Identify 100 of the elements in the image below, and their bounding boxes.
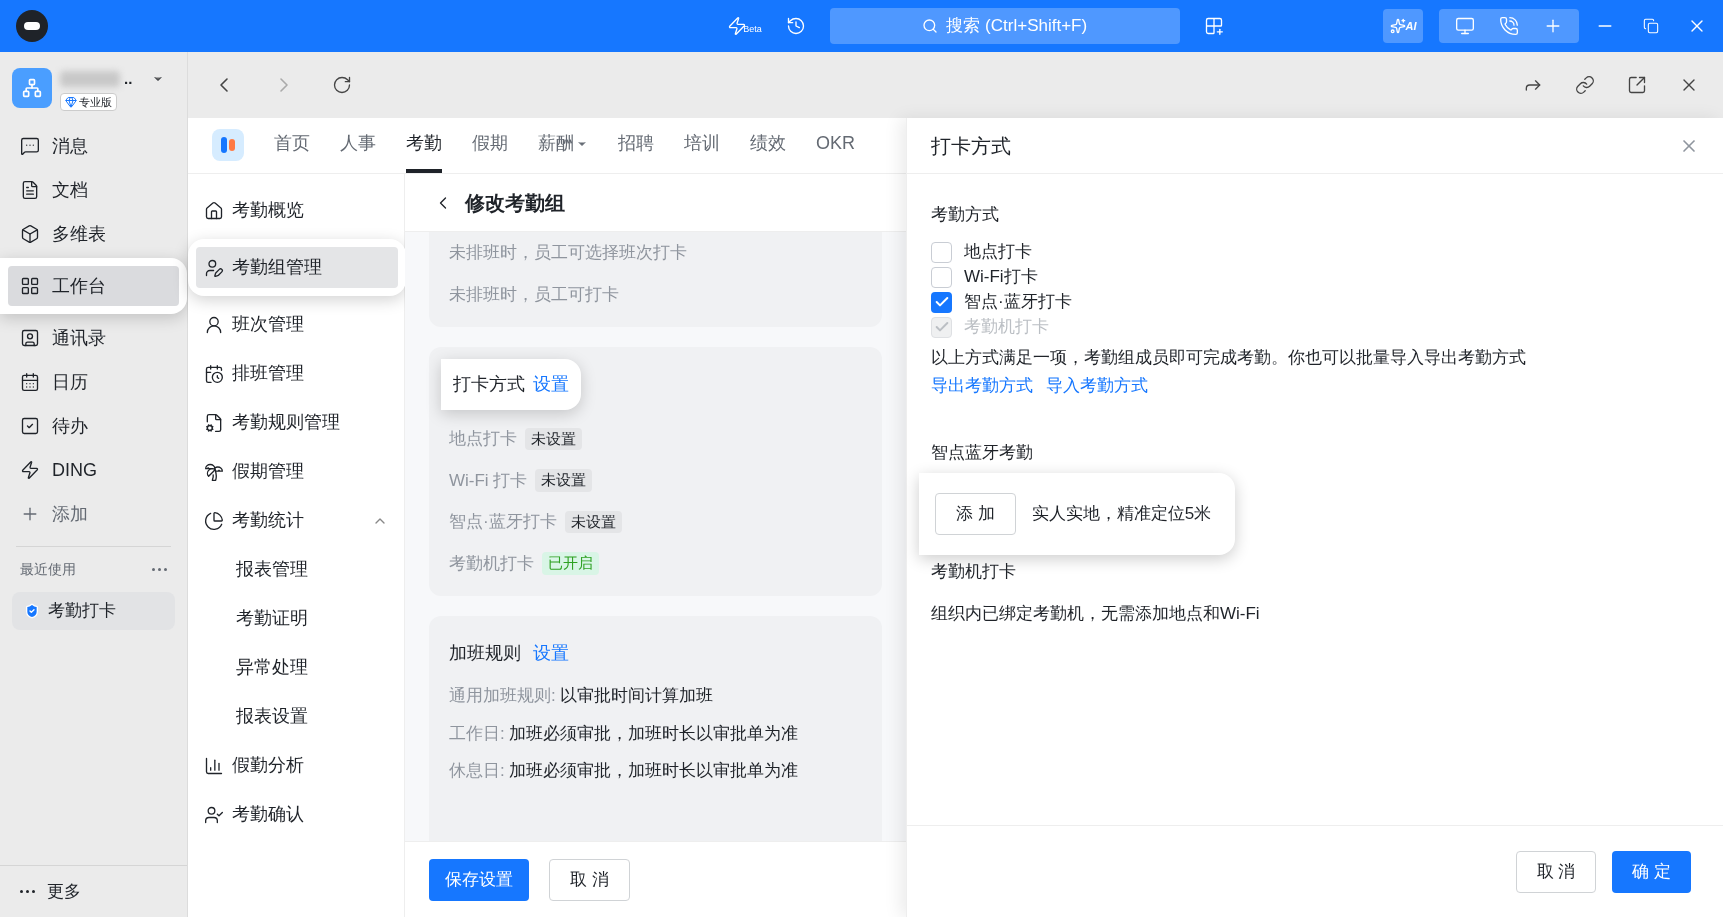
submenu-item[interactable]: 异常处理 bbox=[196, 647, 396, 688]
status-tag: 未设置 bbox=[535, 469, 593, 492]
note-text: 以上方式满足一项，考勤组成员即可完成考勤。你也可以批量导入导出考勤方式 导出考勤方式 导入考勤方式 bbox=[931, 346, 1527, 397]
menu-item[interactable]: 班次管理 bbox=[196, 304, 396, 345]
sidebar-item[interactable]: 文档 bbox=[8, 170, 179, 210]
contact-icon bbox=[20, 328, 40, 348]
nav-tab[interactable]: 人事 bbox=[340, 118, 376, 173]
user-edit-icon bbox=[204, 257, 224, 278]
more-button[interactable]: 更多 bbox=[0, 865, 187, 917]
nav-tab[interactable]: 培训 bbox=[684, 118, 720, 173]
page-title: 修改考勤组 bbox=[465, 190, 565, 216]
method-label: 智点·蓝牙打卡 bbox=[449, 511, 557, 533]
app-logo-icon[interactable] bbox=[16, 10, 48, 42]
file-settings-icon bbox=[204, 412, 224, 433]
import-link[interactable]: 导入考勤方式 bbox=[1045, 375, 1148, 395]
history-icon[interactable] bbox=[785, 16, 806, 36]
card-text: 未排班时，员工可选择班次打卡 bbox=[449, 242, 688, 264]
menu-item[interactable]: 考勤概览 bbox=[196, 190, 396, 231]
sidebar-item[interactable]: 工作台 bbox=[8, 266, 179, 306]
phone-icon[interactable] bbox=[1499, 16, 1519, 36]
checkbox[interactable] bbox=[931, 266, 952, 288]
status-tag: 未设置 bbox=[525, 427, 582, 450]
house-icon bbox=[204, 200, 224, 221]
restore-icon[interactable] bbox=[1643, 18, 1659, 34]
submenu-item[interactable]: 报表设置 bbox=[196, 696, 396, 737]
rule-text: 工作日: 加班必须审批，加班时长以审批单为准 bbox=[449, 722, 800, 745]
status-tag: 已开启 bbox=[542, 552, 599, 575]
submenu-item[interactable]: 考勤证明 bbox=[196, 598, 396, 639]
refresh-icon[interactable] bbox=[332, 75, 352, 95]
method-checkbox[interactable]: Wi-Fi打卡 bbox=[931, 264, 1699, 290]
menu-item[interactable]: 考勤规则管理 bbox=[196, 402, 396, 443]
link-icon[interactable] bbox=[1575, 75, 1595, 95]
nav-tab[interactable]: OKR bbox=[816, 118, 855, 173]
nav-tab[interactable]: 薪酬 bbox=[538, 118, 588, 173]
more-icon[interactable] bbox=[152, 568, 167, 571]
bar-chart-icon bbox=[204, 755, 224, 776]
export-link[interactable]: 导出考勤方式 bbox=[931, 375, 1033, 395]
method-checkbox[interactable]: 地点打卡 bbox=[931, 239, 1699, 265]
sidebar-item[interactable]: 待办 bbox=[8, 406, 179, 446]
sidebar-item[interactable]: 通讯录 bbox=[8, 318, 179, 358]
app-logo-icon bbox=[212, 129, 244, 161]
sparkle-icon bbox=[1389, 18, 1406, 34]
menu-item[interactable]: 考勤统计 bbox=[196, 500, 396, 541]
chat-icon bbox=[20, 136, 40, 156]
screen-share-icon[interactable] bbox=[1455, 16, 1475, 36]
lightning-icon bbox=[20, 460, 40, 480]
open-window-icon[interactable] bbox=[1627, 75, 1647, 95]
menu-item[interactable]: 考勤确认 bbox=[196, 794, 396, 835]
calendar-icon bbox=[20, 372, 40, 392]
pie-chart-icon bbox=[204, 510, 224, 531]
rule-text: 通用加班规则: 以审批时间计算加班 bbox=[449, 685, 715, 707]
section-title: 智点蓝牙考勤 bbox=[931, 441, 1034, 464]
card-title: 打卡方式 bbox=[453, 373, 525, 396]
hint-text: 实人实地，精准定位5米 bbox=[1031, 503, 1213, 526]
org-avatar-icon[interactable] bbox=[12, 68, 52, 108]
document-icon bbox=[20, 180, 40, 200]
shield-check-icon bbox=[24, 603, 40, 619]
more-icon bbox=[20, 890, 35, 893]
cancel-button[interactable]: 取 消 bbox=[549, 858, 630, 901]
settings-link[interactable]: 设置 bbox=[533, 640, 569, 667]
method-label: Wi-Fi 打卡 bbox=[449, 469, 528, 492]
rule-text: 休息日: 加班必须审批，加班时长以审批单为准 bbox=[449, 760, 800, 782]
calendar-clock-icon bbox=[204, 363, 224, 384]
sidebar-item[interactable]: 消息 bbox=[8, 126, 179, 166]
card-text: 未排班时，员工可打卡 bbox=[449, 283, 620, 306]
sidebar-item[interactable]: DING bbox=[8, 450, 179, 490]
checkbox-icon bbox=[20, 416, 40, 436]
menu-item[interactable]: 考勤组管理 bbox=[196, 247, 398, 288]
section-title: 考勤方式 bbox=[931, 204, 1000, 226]
beta-button[interactable]: Beta bbox=[727, 16, 762, 36]
method-checkbox[interactable]: 智点·蓝牙打卡 bbox=[931, 289, 1699, 315]
nav-tab[interactable]: 假期 bbox=[472, 118, 508, 173]
menu-item[interactable]: 排班管理 bbox=[196, 353, 396, 394]
cancel-button[interactable]: 取 消 bbox=[1515, 850, 1597, 893]
user-check-icon bbox=[204, 804, 224, 825]
nav-tab[interactable]: 绩效 bbox=[750, 118, 786, 173]
save-button[interactable]: 保存设置 bbox=[429, 858, 529, 901]
nav-tab[interactable]: 招聘 bbox=[618, 118, 654, 173]
checkbox[interactable] bbox=[931, 241, 952, 263]
menu-item[interactable]: 假期管理 bbox=[196, 451, 396, 492]
recent-item[interactable]: 考勤打卡 bbox=[12, 592, 175, 630]
status-tag: 未设置 bbox=[564, 510, 622, 533]
add-button[interactable]: 添 加 bbox=[935, 493, 1016, 535]
sidebar-item[interactable]: 多维表 bbox=[8, 214, 179, 254]
settings-link[interactable]: 设置 bbox=[533, 371, 569, 398]
section-title: 最近使用 bbox=[20, 560, 76, 579]
section-title: 考勤机打卡 bbox=[931, 561, 1017, 583]
search-icon bbox=[922, 18, 939, 34]
menu-item[interactable]: 假勤分析 bbox=[196, 745, 396, 786]
method-label: 考勤机打卡 bbox=[449, 552, 534, 575]
nav-tab[interactable]: 首页 bbox=[274, 118, 310, 173]
submenu-item[interactable]: 报表管理 bbox=[196, 549, 396, 590]
sidebar-item[interactable]: 日历 bbox=[8, 362, 179, 402]
apps-icon[interactable] bbox=[1203, 16, 1224, 36]
checkbox[interactable] bbox=[931, 291, 952, 313]
grid-icon bbox=[20, 276, 40, 296]
palm-tree-icon bbox=[204, 461, 224, 482]
confirm-button[interactable]: 确 定 bbox=[1612, 850, 1691, 893]
org-name[interactable]: .. bbox=[124, 68, 133, 91]
add-item[interactable]: 添加 bbox=[8, 494, 179, 534]
